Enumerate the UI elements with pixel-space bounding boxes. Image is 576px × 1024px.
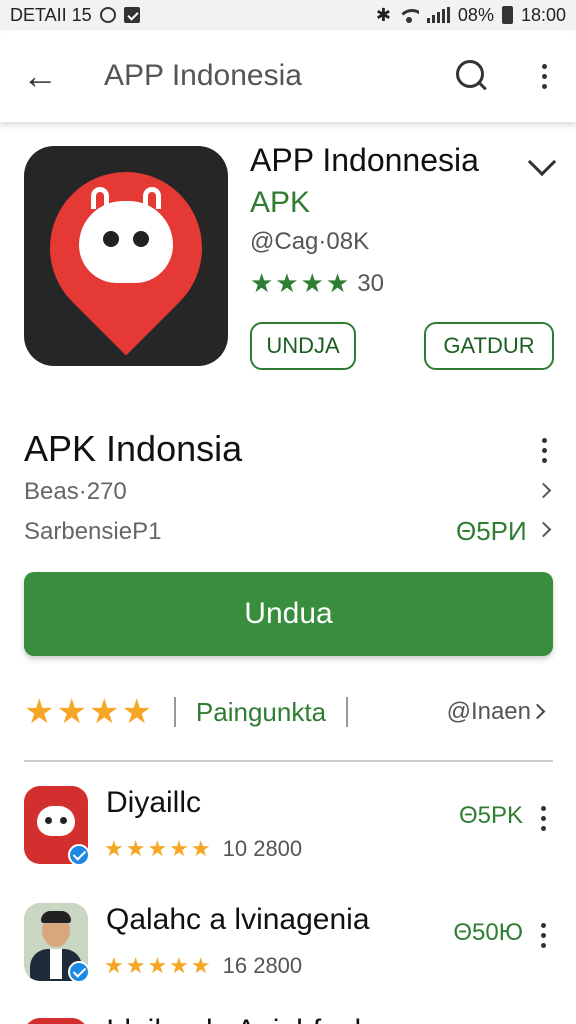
list-item-value: Θ5PK xyxy=(458,802,523,829)
battery-icon xyxy=(501,6,513,24)
app-meta: @Cag·08K xyxy=(250,228,370,255)
info-row-2[interactable]: SarbensieP1 xyxy=(24,518,161,546)
rating-stars: ★★★★★ xyxy=(104,953,213,978)
info-row-1[interactable]: Beas·270 xyxy=(24,478,127,506)
status-bar: DETAII 15 ✱ 08% 18:00 xyxy=(0,0,576,30)
section-title: APK Indonsia xyxy=(24,428,243,469)
divider xyxy=(173,697,176,727)
chevron-down-icon[interactable] xyxy=(527,147,557,177)
divider xyxy=(346,697,349,727)
app-subtitle: APK xyxy=(250,186,311,219)
search-icon[interactable] xyxy=(454,58,490,94)
verified-badge-icon xyxy=(68,961,90,983)
avatar-hair xyxy=(41,911,71,923)
rating-stars: ★★★★★ xyxy=(104,836,213,861)
list-item-meta: ★★★★★ 10 2800 xyxy=(104,836,302,862)
list-item-name: Diyaillc xyxy=(106,786,202,819)
eye-right xyxy=(133,231,149,247)
robot-face-icon xyxy=(37,806,75,836)
list-item-meta: ★★★★★ 16 2800 xyxy=(104,953,302,979)
status-right: ✱ 08% 18:00 xyxy=(376,5,566,26)
rating-tag-link[interactable]: Paingunkta xyxy=(196,697,326,728)
verified-badge-icon xyxy=(68,844,90,866)
list-item-name: Irlaih ode Aaiahfaaln xyxy=(106,1014,378,1024)
signal-icon xyxy=(426,7,450,23)
app-rating: ★★★★ 30 xyxy=(250,268,384,299)
eye-left xyxy=(103,231,119,247)
robot-face-icon xyxy=(79,187,173,283)
rating-count: 30 xyxy=(357,269,384,297)
more-options-icon[interactable] xyxy=(533,806,553,831)
info-row-2-value: Θ5PИ xyxy=(456,516,527,546)
section-more-icon[interactable] xyxy=(534,438,554,463)
section-divider xyxy=(24,760,553,762)
app-title: APP Indonnesia xyxy=(250,142,479,178)
rating-stars: ★★★★ xyxy=(250,268,352,298)
avatar-shirt xyxy=(50,949,62,979)
horn-left xyxy=(91,187,109,209)
download-outline-button[interactable]: UNDJA xyxy=(250,322,356,370)
top-app-bar: ← APP Indonesia xyxy=(0,30,576,122)
list-item-count: 16 2800 xyxy=(222,953,303,978)
eye-left xyxy=(45,817,52,824)
app-icon xyxy=(18,140,234,366)
list-item[interactable]: Qalahc a lvinagenia ★★★★★ 16 2800 Θ50Ю xyxy=(24,903,553,993)
more-options-icon[interactable] xyxy=(534,63,554,89)
list-item-count: 10 2800 xyxy=(222,836,303,861)
bluetooth-icon: ✱ xyxy=(375,4,391,25)
list-item[interactable]: Diyaillc ★★★★★ 10 2800 Θ5PK xyxy=(24,786,553,876)
list-item-value: Θ50Ю xyxy=(453,919,523,946)
rating-stars: ★★★★ xyxy=(24,693,154,731)
alarm-icon xyxy=(99,7,116,23)
rating-bar: ★★★★ Paingunkta @Inaen xyxy=(24,690,553,734)
app-bar-title: APP Indonesia xyxy=(104,59,302,92)
status-left: DETAII 15 xyxy=(10,5,140,26)
chevron-right-icon[interactable] xyxy=(535,521,552,538)
list-item-name: Qalahc a lvinagenia xyxy=(106,903,370,936)
wifi-icon xyxy=(398,7,419,23)
horn-right xyxy=(143,187,161,209)
more-options-icon[interactable] xyxy=(533,923,553,948)
settings-outline-button[interactable]: GATDUR xyxy=(424,322,554,370)
battery-percent: 08% xyxy=(457,4,494,25)
back-arrow-icon[interactable]: ← xyxy=(22,55,66,97)
eye-right xyxy=(60,817,67,824)
avatar xyxy=(24,1018,88,1024)
clock: 18:00 xyxy=(520,4,566,25)
download-button[interactable]: Undua xyxy=(24,572,553,656)
status-left-text: DETAII 15 xyxy=(10,4,92,25)
check-notification-icon xyxy=(123,7,140,23)
list-item-partial[interactable]: Irlaih ode Aaiahfaaln xyxy=(24,1012,553,1024)
chevron-right-icon[interactable] xyxy=(535,482,552,499)
